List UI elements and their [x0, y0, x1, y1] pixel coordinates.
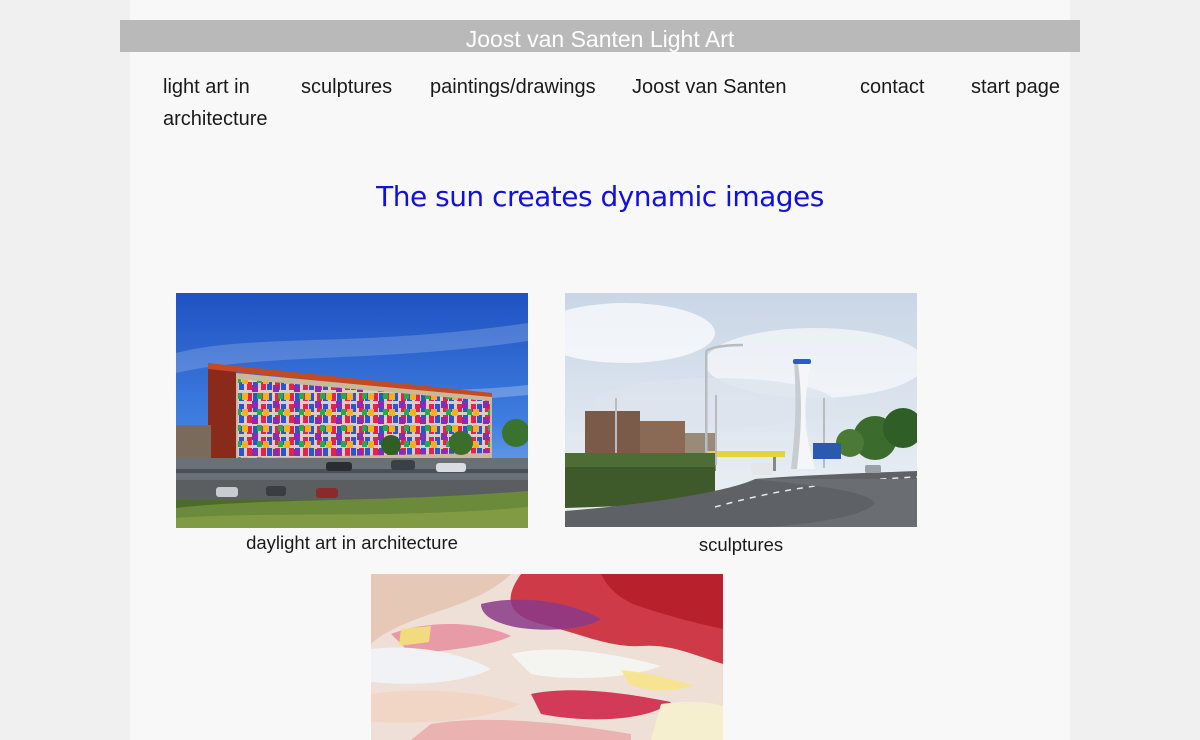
building-photo [176, 293, 528, 528]
sculptures-caption[interactable]: sculptures [565, 534, 917, 556]
sculptures-photo-link[interactable] [565, 293, 917, 527]
nav-link-light-art-in-architecture[interactable]: light art in architecture [163, 71, 268, 135]
architecture-photo-link[interactable] [176, 293, 528, 528]
nav-link-paintings-drawings[interactable]: paintings/drawings [430, 71, 596, 103]
sculpture-photo [565, 293, 917, 527]
architecture-caption[interactable]: daylight art in architecture [176, 532, 528, 554]
paintings-photo-link[interactable] [371, 574, 723, 740]
site-title-banner: Joost van Santen Light Art [120, 20, 1080, 52]
nav-label-line1: light art in [163, 76, 250, 98]
nav-link-contact[interactable]: contact [860, 71, 924, 103]
page-headline: The sun creates dynamic images [376, 180, 824, 213]
painting-photo [371, 574, 723, 740]
nav-link-joost-van-santen[interactable]: Joost van Santen [632, 71, 787, 103]
nav-link-start-page[interactable]: start page [971, 71, 1060, 103]
nav-link-sculptures[interactable]: sculptures [301, 71, 392, 103]
nav-label-line2: architecture [163, 108, 268, 130]
